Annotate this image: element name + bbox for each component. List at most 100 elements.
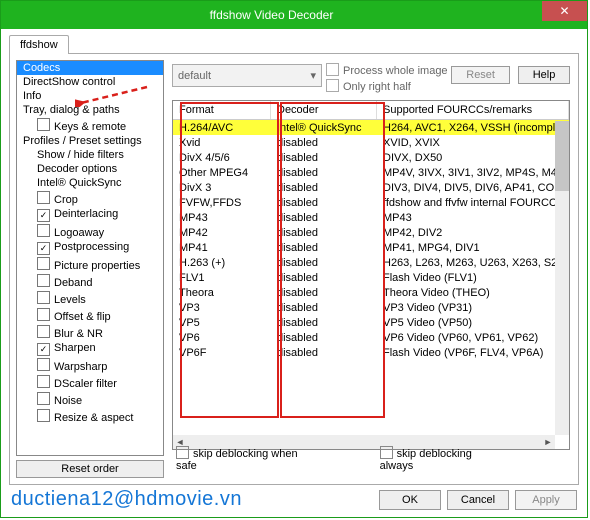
table-row[interactable]: H.264/AVCIntel® QuickSyncH264, AVC1, X26…	[173, 120, 569, 135]
tree-item[interactable]: Blur & NR	[17, 324, 163, 341]
cell-dec: disabled	[271, 135, 377, 150]
tree-item[interactable]: ✓Postprocessing	[17, 240, 163, 256]
only-right-half-checkbox[interactable]: Only right half	[326, 79, 448, 95]
tree-item-label: Noise	[54, 395, 82, 407]
cancel-button[interactable]: Cancel	[447, 490, 509, 510]
tree-item[interactable]: Deband	[17, 273, 163, 290]
tree-item-label: Logoaway	[54, 227, 104, 239]
tree-item[interactable]: Tray, dialog & paths	[17, 103, 163, 117]
tree-item[interactable]: Levels	[17, 290, 163, 307]
table-row[interactable]: MP43disabledMP43	[173, 210, 569, 225]
cell-dec: disabled	[271, 150, 377, 165]
tree-item[interactable]: Profiles / Preset settings	[17, 134, 163, 148]
header-format[interactable]: Format	[173, 101, 271, 119]
tree-item-label: Picture properties	[54, 260, 140, 272]
reset-button[interactable]: Reset	[451, 66, 510, 84]
checkbox-icon	[37, 308, 50, 321]
tree-item[interactable]: ✓ Deinterlacing	[17, 207, 163, 223]
checkbox-icon	[37, 224, 50, 237]
tree-item[interactable]: ✓Sharpen	[17, 341, 163, 357]
checkbox-icon	[176, 446, 189, 459]
tree-item-label: Blur & NR	[54, 328, 103, 340]
preset-dropdown[interactable]: default ▾	[172, 64, 322, 87]
window-title: ffdshow Video Decoder	[1, 8, 542, 22]
skip-deblocking-safe-checkbox[interactable]: skip deblocking when safe	[176, 446, 310, 472]
table-row[interactable]: VP6FdisabledFlash Video (VP6F, FLV4, VP6…	[173, 345, 569, 360]
tree-item-label: Resize & aspect	[54, 412, 133, 424]
tree-item[interactable]: Intel® QuickSync	[17, 176, 163, 190]
tree-item[interactable]: Offset & flip	[17, 307, 163, 324]
header-decoder[interactable]: Decoder	[271, 101, 377, 119]
tree-item[interactable]: Decoder options	[17, 162, 163, 176]
vertical-scrollbar[interactable]	[555, 121, 569, 435]
process-whole-image-checkbox[interactable]: Process whole image	[326, 63, 448, 79]
cell-dec: disabled	[271, 300, 377, 315]
tree[interactable]: CodecsDirectShow controlInfo Tray, dialog…	[16, 60, 164, 456]
cell-dec: disabled	[271, 330, 377, 345]
tree-item[interactable]: Keys & remote	[17, 117, 163, 134]
tree-item[interactable]: Crop	[17, 190, 163, 207]
checkbox-icon: ✓	[37, 343, 50, 356]
close-button[interactable]: ✕	[542, 1, 587, 21]
checkbox-icon: ✓	[37, 209, 50, 222]
cell-dec: disabled	[271, 210, 377, 225]
cell-fmt: H.264/AVC	[173, 120, 271, 135]
tree-item-label: Codecs	[23, 62, 60, 74]
cell-dec: disabled	[271, 255, 377, 270]
cell-rem: MP43	[377, 210, 569, 225]
table-row[interactable]: H.263 (+)disabledH263, L263, M263, U263,…	[173, 255, 569, 270]
cell-fmt: VP6F	[173, 345, 271, 360]
checkbox-icon	[37, 409, 50, 422]
apply-button[interactable]: Apply	[515, 490, 577, 510]
table-row[interactable]: Other MPEG4disabledMP4V, 3IVX, 3IV1, 3IV…	[173, 165, 569, 180]
cell-rem: Flash Video (FLV1)	[377, 270, 569, 285]
ok-button[interactable]: OK	[379, 490, 441, 510]
tree-item[interactable]: Noise	[17, 391, 163, 408]
reset-order-button[interactable]: Reset order	[16, 460, 164, 478]
cell-rem: DIV3, DIV4, DIV5, DIV6, AP41, COL1…	[377, 180, 569, 195]
cell-rem: ffdshow and ffvfw internal FOURCCs	[377, 195, 569, 210]
cell-fmt: MP43	[173, 210, 271, 225]
titlebar: ffdshow Video Decoder ✕	[1, 1, 587, 29]
skip-deblocking-always-checkbox[interactable]: skip deblocking always	[380, 446, 498, 472]
tree-item-label: Intel® QuickSync	[37, 177, 122, 189]
tree-item[interactable]: Codecs	[17, 61, 163, 75]
cell-dec: disabled	[271, 195, 377, 210]
table-row[interactable]: VP3disabledVP3 Video (VP31)	[173, 300, 569, 315]
tree-item[interactable]: Show / hide filters	[17, 148, 163, 162]
table-row[interactable]: TheoradisabledTheora Video (THEO)	[173, 285, 569, 300]
tree-item-label: Show / hide filters	[37, 149, 124, 161]
tree-item[interactable]: Picture properties	[17, 256, 163, 273]
table-row[interactable]: VP5disabledVP5 Video (VP50)	[173, 315, 569, 330]
cell-rem: H264, AVC1, X264, VSSH (incomplet…	[377, 120, 569, 135]
table-row[interactable]: DivX 4/5/6disabledDIVX, DX50	[173, 150, 569, 165]
tab-ffdshow[interactable]: ffdshow	[9, 35, 69, 54]
tree-item-label: Crop	[54, 194, 78, 206]
tree-item[interactable]: Warpsharp	[17, 357, 163, 374]
tree-item-label: Info	[23, 90, 41, 102]
tree-item[interactable]: DScaler filter	[17, 374, 163, 391]
help-button[interactable]: Help	[518, 66, 570, 84]
table-row[interactable]: DivX 3disabledDIV3, DIV4, DIV5, DIV6, AP…	[173, 180, 569, 195]
table-row[interactable]: FVFW,FFDSdisabledffdshow and ffvfw inter…	[173, 195, 569, 210]
checkbox-icon	[37, 191, 50, 204]
cell-rem: VP3 Video (VP31)	[377, 300, 569, 315]
tree-item[interactable]: Resize & aspect	[17, 408, 163, 425]
tree-item-label: Deband	[54, 277, 93, 289]
main-panel: CodecsDirectShow controlInfo Tray, dialog…	[9, 53, 579, 485]
table-row[interactable]: XviddisabledXVID, XVIX	[173, 135, 569, 150]
table-row[interactable]: MP41disabledMP41, MPG4, DIV1	[173, 240, 569, 255]
tree-item-label: Deinterlacing	[54, 208, 118, 220]
tree-item[interactable]: Logoaway	[17, 223, 163, 240]
cell-fmt: VP3	[173, 300, 271, 315]
tree-item[interactable]: Info	[17, 89, 163, 103]
table-row[interactable]: FLV1disabledFlash Video (FLV1)	[173, 270, 569, 285]
table-row[interactable]: VP6disabledVP6 Video (VP60, VP61, VP62)	[173, 330, 569, 345]
table-row[interactable]: MP42disabledMP42, DIV2	[173, 225, 569, 240]
tree-item[interactable]: DirectShow control	[17, 75, 163, 89]
window: ffdshow Video Decoder ✕ ffdshow CodecsDi…	[0, 0, 588, 518]
cell-dec: disabled	[271, 240, 377, 255]
scrollbar-thumb[interactable]	[555, 121, 569, 191]
header-remarks[interactable]: Supported FOURCCs/remarks	[377, 101, 569, 119]
tree-item-label: Tray, dialog & paths	[23, 104, 120, 116]
